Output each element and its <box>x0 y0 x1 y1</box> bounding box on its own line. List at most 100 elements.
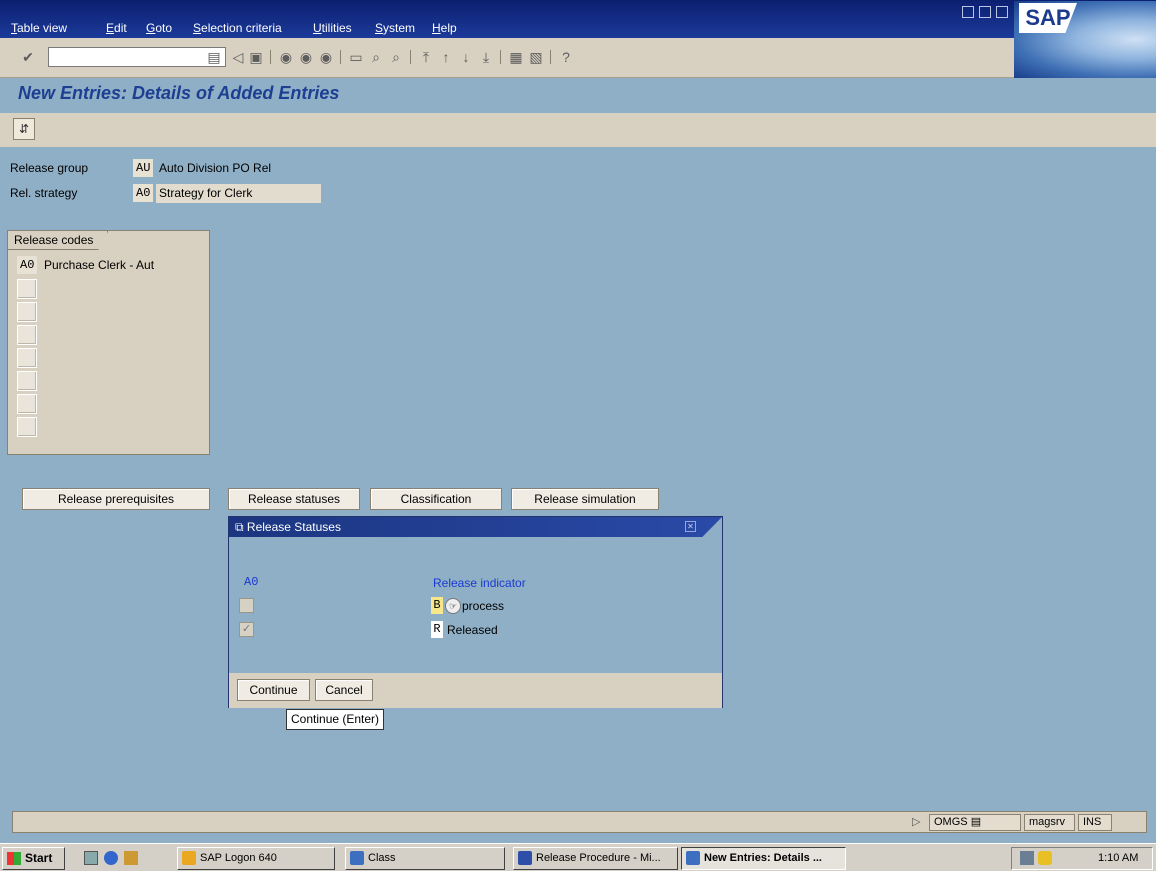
internet-explorer-icon[interactable] <box>104 851 118 865</box>
dialog-close-icon[interactable]: ✕ <box>685 521 696 532</box>
sap-tray-icon[interactable] <box>1038 851 1052 865</box>
release-simulation-button[interactable]: Release simulation <box>511 488 659 510</box>
classification-button[interactable]: Classification <box>370 488 502 510</box>
dialog-title-bar: ⧉ Release Statuses <box>229 517 722 537</box>
toolbar-separator <box>410 50 411 64</box>
taskbar-item-label: New Entries: Details ... <box>704 852 822 864</box>
release-indicator-text: Released <box>447 623 498 637</box>
release-group-text: Auto Division PO Rel <box>159 161 272 175</box>
system-tray: 1:10 AM <box>1011 847 1153 870</box>
release-prerequisites-button[interactable]: Release prerequisites <box>22 488 210 510</box>
back-icon[interactable]: ◉ <box>278 49 294 65</box>
start-label: Start <box>25 851 53 865</box>
dialog-title: Release Statuses <box>246 520 341 534</box>
word-document-icon <box>518 851 532 865</box>
enter-icon[interactable]: ✔ <box>20 49 36 65</box>
taskbar-item-new-entries[interactable]: New Entries: Details ... <box>681 847 846 870</box>
release-indicator-value[interactable]: B <box>431 597 443 614</box>
cancel-button[interactable]: Cancel <box>315 679 373 701</box>
continue-button[interactable]: Continue <box>237 679 310 701</box>
status-transaction: OMGS ▤ <box>929 814 1021 831</box>
toolbar-separator <box>340 50 341 64</box>
exit-icon[interactable]: ◉ <box>298 49 314 65</box>
menu-system[interactable]: System <box>375 21 415 35</box>
standard-toolbar: ✔ ▤ ◁ ▣ ◉ ◉ ◉ ▭ ⌕ ⌕ ⤒ ↑ ↓ ⤓ ▦ ▧ ? <box>0 38 1014 78</box>
menu-help[interactable]: Help <box>432 21 457 35</box>
taskbar-item-label: Release Procedure - Mi... <box>536 852 661 864</box>
status-checkbox-checked[interactable]: ✓ <box>239 622 254 637</box>
clock: 1:10 AM <box>1098 852 1139 864</box>
help-icon[interactable]: ? <box>558 49 574 65</box>
minimize-icon[interactable] <box>962 6 974 18</box>
windows-logo-icon <box>7 852 21 865</box>
print-icon[interactable]: ▭ <box>348 49 364 65</box>
taskbar-item-release-procedure[interactable]: Release Procedure - Mi... <box>513 847 678 870</box>
find-next-icon[interactable]: ⌕ <box>388 49 404 65</box>
dialog-footer: Continue Cancel <box>229 673 722 708</box>
history-icon[interactable]: ▤ <box>206 49 222 65</box>
network-icon[interactable] <box>1020 851 1034 865</box>
application-toolbar: ⇵ <box>0 113 1156 147</box>
first-page-icon[interactable]: ⤒ <box>418 49 434 65</box>
change-display-icon[interactable]: ⇵ <box>13 118 35 140</box>
status-bar: ▷ OMGS ▤ magsrv INS <box>12 811 1147 833</box>
cancel-icon[interactable]: ◉ <box>318 49 334 65</box>
last-page-icon[interactable]: ⤓ <box>478 49 494 65</box>
menu-bar: Table view Edit Goto Selection criteria … <box>0 0 1156 38</box>
menu-table-view[interactable]: Table view <box>11 21 67 35</box>
taskbar-item-sap-logon[interactable]: SAP Logon 640 <box>177 847 335 870</box>
menu-utilities[interactable]: Utilities <box>313 21 352 35</box>
show-desktop-icon[interactable] <box>84 851 98 865</box>
windows-taskbar: Start SAP Logon 640 Class Release Proced… <box>0 843 1156 871</box>
maximize-icon[interactable] <box>979 6 991 18</box>
release-code-empty-field[interactable] <box>17 348 37 368</box>
rel-strategy-code: A0 <box>133 184 154 202</box>
rel-strategy-text: Strategy for Clerk <box>156 184 321 203</box>
release-code-empty-field[interactable] <box>17 302 37 322</box>
taskbar-item-class[interactable]: Class <box>345 847 505 870</box>
release-indicator-value[interactable]: R <box>431 621 443 638</box>
release-code-empty-field[interactable] <box>17 279 37 299</box>
status-expand-icon[interactable]: ▷ <box>912 815 920 828</box>
release-code-empty-field[interactable] <box>17 325 37 345</box>
quick-launch-icon[interactable] <box>124 851 138 865</box>
toolbar-separator <box>550 50 551 64</box>
column-header-release-indicator: Release indicator <box>433 576 526 590</box>
menu-edit[interactable]: Edit <box>106 21 127 35</box>
rel-strategy-label: Rel. strategy <box>10 186 78 200</box>
status-checkbox[interactable] <box>239 598 254 613</box>
release-code-empty-field[interactable] <box>17 417 37 437</box>
release-code-text: Purchase Clerk - Aut <box>44 258 155 272</box>
status-transaction-code: OMGS <box>934 816 968 828</box>
sap-window-icon <box>686 851 700 865</box>
continue-tooltip: Continue (Enter) <box>286 709 385 730</box>
release-codes-tab[interactable]: Release codes <box>8 231 109 250</box>
release-statuses-button[interactable]: Release statuses <box>228 488 360 510</box>
menu-selection-criteria[interactable]: Selection criteria <box>193 21 282 35</box>
next-page-icon[interactable]: ↓ <box>458 49 474 65</box>
start-button[interactable]: Start <box>2 847 65 870</box>
dialog-icon: ⧉ <box>235 520 247 534</box>
status-session-icon: ▤ <box>970 816 982 828</box>
sap-window-icon <box>350 851 364 865</box>
release-indicator-text: process <box>462 599 505 613</box>
back-arrow-icon[interactable]: ◁ <box>230 49 246 65</box>
find-icon[interactable]: ⌕ <box>368 49 384 65</box>
save-icon[interactable]: ▣ <box>248 49 264 65</box>
page-title: New Entries: Details of Added Entries <box>18 83 340 103</box>
release-statuses-dialog: ⧉ Release Statuses ✕ A0 Release indicato… <box>228 516 723 708</box>
previous-page-icon[interactable]: ↑ <box>438 49 454 65</box>
close-icon[interactable] <box>996 6 1008 18</box>
release-codes-panel: Release codes A0 Purchase Clerk - Aut <box>7 230 210 455</box>
shortcut-icon[interactable]: ▧ <box>528 49 544 65</box>
release-code-empty-field[interactable] <box>17 371 37 391</box>
dialog-body: A0 Release indicator B ☞ process ✓ R Rel… <box>229 537 722 673</box>
command-field[interactable] <box>48 47 226 67</box>
sap-logon-icon <box>182 851 196 865</box>
taskbar-item-label: Class <box>368 852 396 864</box>
release-code-empty-field[interactable] <box>17 394 37 414</box>
status-mode: INS <box>1078 814 1112 831</box>
menu-goto[interactable]: Goto <box>146 21 172 35</box>
toolbar-separator <box>500 50 501 64</box>
create-session-icon[interactable]: ▦ <box>508 49 524 65</box>
